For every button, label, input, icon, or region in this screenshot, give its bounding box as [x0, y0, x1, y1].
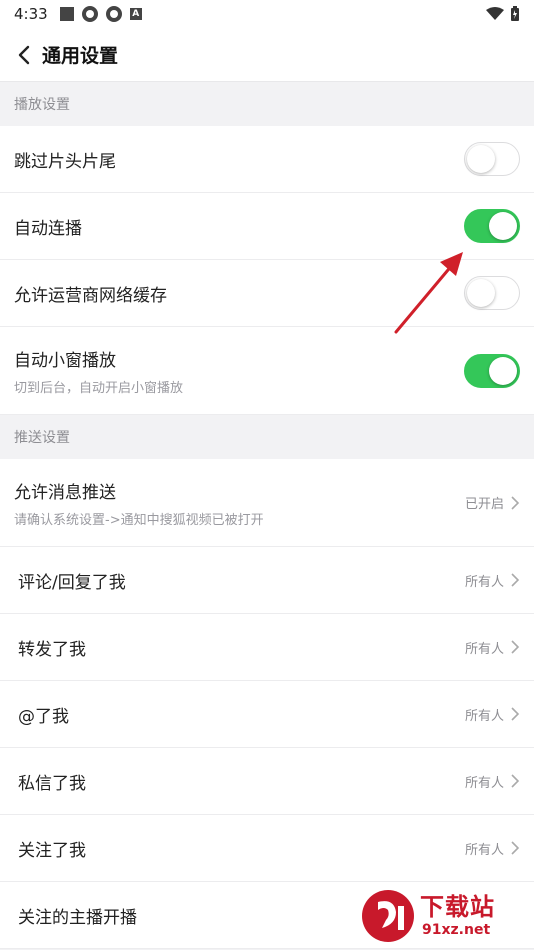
setting-value[interactable]: 已开启	[465, 493, 520, 512]
notification-app-icon	[81, 6, 98, 22]
setting-label: 自动小窗播放	[14, 350, 116, 371]
chevron-right-icon	[511, 841, 520, 855]
toggle-switch[interactable]	[464, 353, 520, 388]
setting-description: 切到后台，自动开启小窗播放	[14, 380, 184, 396]
notification-app-icon	[105, 6, 122, 22]
setting-label: 允许消息推送	[14, 482, 116, 503]
setting-label: @了我	[18, 706, 69, 727]
setting-value-text: 所有人	[464, 641, 504, 657]
wifi-icon	[486, 7, 504, 20]
title-bar: 通用设置	[0, 28, 534, 82]
notification-app-icon	[59, 7, 74, 21]
setting-value-text: 所有人	[464, 842, 504, 858]
chevron-right-icon	[511, 495, 520, 510]
setting-label: 评论/回复了我	[18, 572, 126, 593]
section-header-playback: 播放设置	[0, 82, 534, 126]
setting-row-followed-me[interactable]: 关注了我 所有人	[0, 815, 534, 882]
chevron-right-icon	[511, 640, 520, 654]
setting-label: 私信了我	[18, 773, 86, 794]
chevron-right-icon	[511, 573, 520, 587]
toggle-switch[interactable]	[464, 276, 520, 310]
setting-label: 允许运营商网络缓存	[14, 285, 167, 306]
setting-value[interactable]: 所有人	[465, 839, 520, 858]
back-arrow-icon[interactable]	[14, 44, 36, 66]
setting-value-text: 已开启	[464, 497, 504, 512]
setting-row-allow-push[interactable]: 允许消息推送 请确认系统设置->通知中搜狐视频已被打开 已开启	[0, 459, 534, 547]
setting-row-repost[interactable]: 转发了我 所有人	[0, 614, 534, 681]
setting-value[interactable]: 所有人	[465, 638, 520, 657]
setting-label: 关注了我	[18, 840, 86, 861]
setting-value[interactable]: 所有人	[465, 772, 520, 791]
setting-row-skip-intro: 跳过片头片尾	[0, 126, 534, 193]
setting-row-mini-window: 自动小窗播放 切到后台，自动开启小窗播放	[0, 327, 534, 415]
toggle-switch[interactable]	[464, 142, 520, 176]
setting-row-autoplay: 自动连播	[0, 193, 534, 260]
notification-a-icon: A	[129, 8, 142, 20]
setting-label: 关注的主播开播	[18, 907, 137, 928]
setting-value-text: 所有人	[464, 708, 504, 724]
setting-row-streamer-live[interactable]: 关注的主播开播	[0, 882, 534, 949]
setting-row-carrier-cache: 允许运营商网络缓存	[0, 260, 534, 327]
setting-row-private-message[interactable]: 私信了我 所有人	[0, 748, 534, 815]
page-title: 通用设置	[42, 45, 119, 67]
setting-description: 请确认系统设置->通知中搜狐视频已被打开	[14, 512, 264, 528]
setting-value-text: 所有人	[464, 775, 504, 791]
section-header-push: 推送设置	[0, 415, 534, 459]
setting-row-mention[interactable]: @了我 所有人	[0, 681, 534, 748]
status-bar: 4:33 A	[0, 0, 534, 28]
status-time: 4:33	[14, 5, 48, 23]
setting-value[interactable]: 所有人	[465, 705, 520, 724]
setting-label: 跳过片头片尾	[14, 151, 116, 172]
setting-value-text: 所有人	[464, 574, 504, 590]
setting-row-comment-reply[interactable]: 评论/回复了我 所有人	[0, 547, 534, 614]
setting-label: 转发了我	[18, 639, 86, 660]
battery-icon	[511, 6, 519, 21]
setting-value[interactable]: 所有人	[465, 571, 520, 590]
chevron-right-icon	[511, 707, 520, 721]
toggle-switch[interactable]	[464, 209, 520, 243]
chevron-right-icon	[511, 774, 520, 788]
setting-label: 自动连播	[14, 218, 82, 239]
